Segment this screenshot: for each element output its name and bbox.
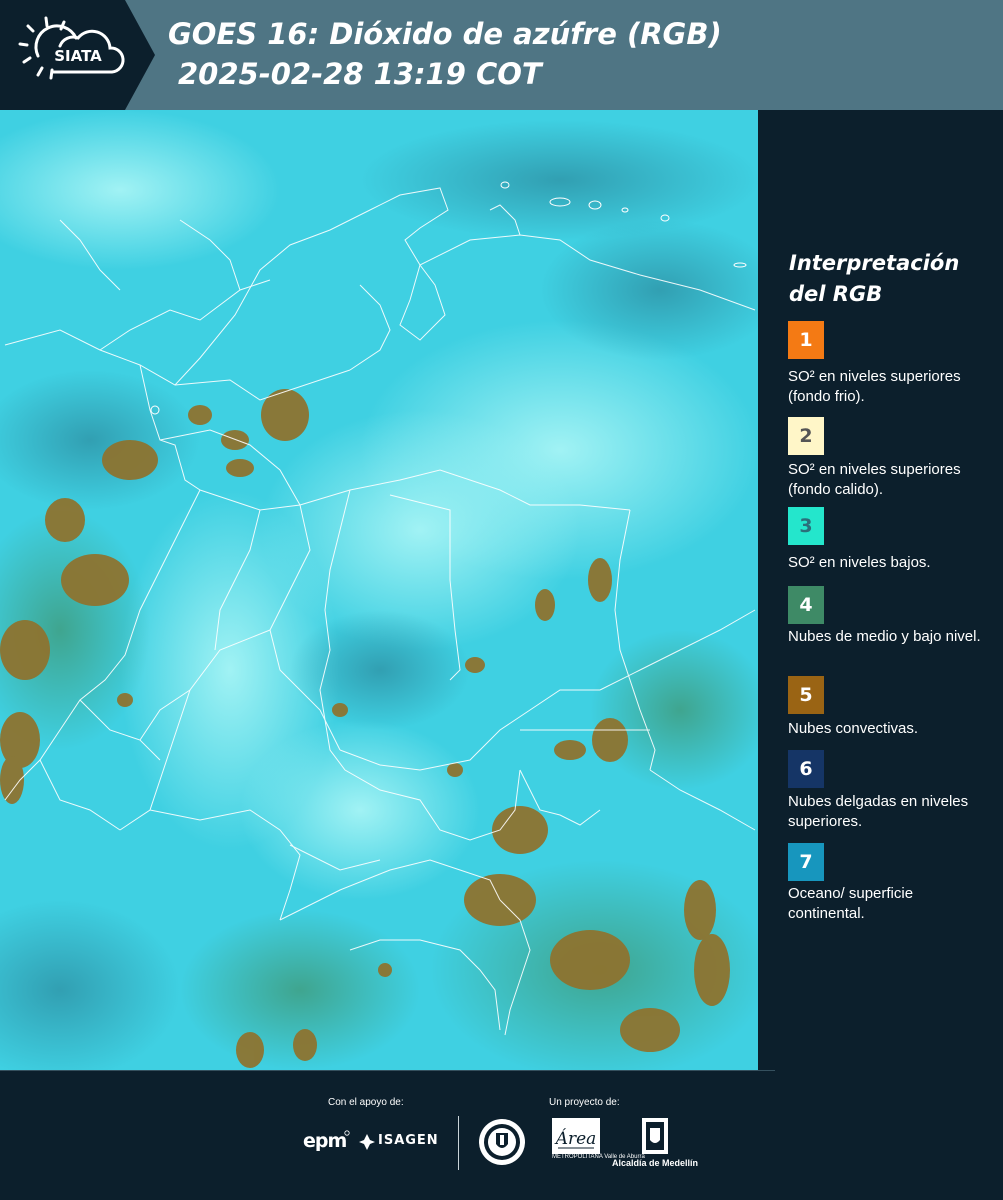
medellin-seal-icon [479,1119,525,1165]
alcaldia-text: Alcaldía de Medellín [612,1158,699,1168]
legend-number: 4 [799,594,813,616]
legend-swatch-1: 1 [788,321,824,359]
siata-logo-panel: SIATA [0,0,155,110]
legend-label-2: SO² en niveles superiores (fondo calido)… [788,461,961,498]
legend-panel: Interpretación del RGB 1 SO² en niveles … [758,110,1003,1070]
legend-swatch-7: 7 [788,843,824,881]
legend-label-1: SO² en niveles superiores (fondo frio). [788,368,961,405]
legend-swatch-3: 3 [788,507,824,545]
page-title: GOES 16: Dióxido de azúfre (RGB) 2025-02… [168,14,722,94]
epm-logo: epm [303,1130,347,1152]
footer-divider [0,1070,775,1071]
header-bar: SIATA GOES 16: Dióxido de azúfre (RGB) 2… [0,0,1003,110]
legend-swatch-5: 5 [788,676,824,714]
svg-text:Área: Área [554,1128,597,1149]
legend-label-5: Nubes convectivas. [788,720,919,737]
alcaldia-crest-icon [642,1118,668,1154]
legend-label-3: SO² en niveles bajos. [788,554,931,571]
legend-number: 1 [799,329,813,351]
legend-number: 5 [799,684,813,706]
title-product: GOES 16: Dióxido de azúfre (RGB) [168,17,722,51]
project-label: Un proyecto de: [549,1097,620,1108]
legend-label-7: Oceano/ superficie continental. [788,885,914,922]
isagen-mark-icon [359,1134,375,1150]
legend-number: 7 [799,851,813,873]
legend-number: 3 [799,515,813,537]
footer: Con el apoyo de: Un proyecto de: epm ISA… [0,1070,1003,1200]
legend-swatch-2: 2 [788,417,824,455]
satellite-map [0,110,758,1070]
title-datetime: 2025-02-28 13:19 COT [178,57,542,91]
legend-title: Interpretación del RGB [789,248,959,310]
legend-title-line2: del RGB [789,282,883,306]
legend-swatch-4: 4 [788,586,824,624]
footer-vertical-divider [458,1116,459,1170]
support-label: Con el apoyo de: [328,1097,404,1108]
area-metropolitana-logo: Área [552,1118,600,1154]
legend-label-6: Nubes delgadas en niveles superiores. [788,793,969,830]
legend-label-4: Nubes de medio y bajo nivel. [788,628,981,645]
legend-number: 6 [799,758,813,780]
legend-title-line1: Interpretación [789,251,960,275]
legend-number: 2 [799,425,813,447]
area-metropolitana-text: METROPOLITANA Valle de Aburrá [552,1154,645,1160]
siata-logo-text: SIATA [54,47,102,65]
map-canvas [0,110,758,1070]
legend-swatch-6: 6 [788,750,824,788]
isagen-logo: ISAGEN [378,1133,439,1148]
registered-icon [344,1130,350,1136]
